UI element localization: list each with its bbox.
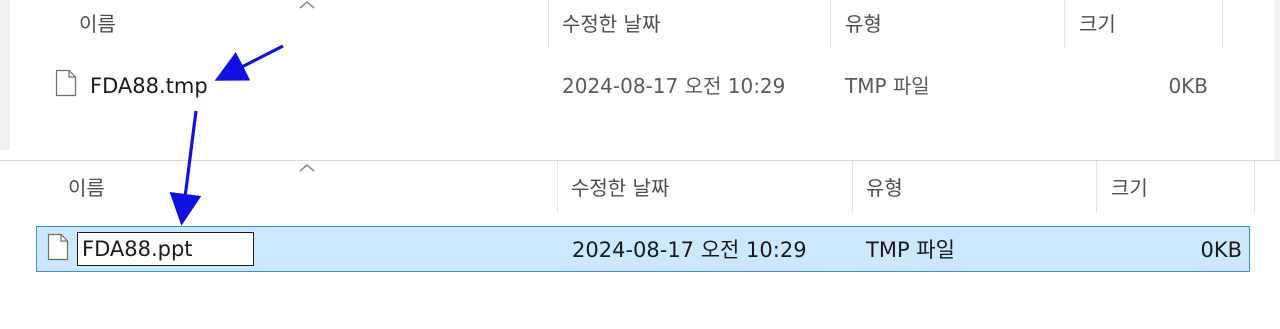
column-header-name[interactable]: 이름 [79, 12, 116, 36]
column-divider[interactable] [1096, 161, 1097, 213]
bottom-file-explorer-panel: 이름 수정한 날짜 유형 크기 2024-08-17 오전 10:29 TMP … [0, 161, 1280, 329]
column-header-name[interactable]: 이름 [68, 176, 105, 200]
file-type: TMP 파일 [845, 74, 930, 98]
column-divider[interactable] [557, 161, 558, 213]
file-modified-date: 2024-08-17 오전 10:29 [572, 238, 807, 262]
column-header-type[interactable]: 유형 [845, 12, 882, 36]
column-header-size[interactable]: 크기 [1111, 176, 1148, 200]
column-divider[interactable] [1222, 0, 1223, 48]
sort-ascending-icon [299, 1, 315, 9]
left-pane-edge [0, 0, 10, 150]
file-type: TMP 파일 [866, 238, 955, 262]
screenshot-stage: 이름 수정한 날짜 유형 크기 FDA88.tmp 2024-08-17 오전 … [0, 0, 1280, 329]
column-header-type[interactable]: 유형 [866, 176, 903, 200]
file-name[interactable]: FDA88.tmp [90, 73, 208, 99]
file-size: 0KB [1200, 238, 1242, 262]
document-icon [55, 69, 77, 97]
file-size: 0KB [1168, 74, 1208, 98]
column-header-size[interactable]: 크기 [1079, 12, 1116, 36]
rename-input[interactable] [77, 232, 254, 266]
right-scroll-edge [1275, 0, 1280, 160]
column-header-modified-date[interactable]: 수정한 날짜 [571, 176, 669, 200]
top-file-explorer-panel: 이름 수정한 날짜 유형 크기 FDA88.tmp 2024-08-17 오전 … [0, 0, 1280, 160]
column-divider[interactable] [852, 161, 853, 213]
column-divider[interactable] [1254, 161, 1255, 213]
file-modified-date: 2024-08-17 오전 10:29 [562, 74, 786, 98]
column-divider[interactable] [1064, 0, 1065, 48]
column-divider[interactable] [830, 0, 831, 48]
document-icon [47, 233, 69, 261]
column-header-modified-date[interactable]: 수정한 날짜 [562, 12, 660, 36]
sort-ascending-icon [299, 164, 315, 172]
column-divider[interactable] [548, 0, 549, 48]
